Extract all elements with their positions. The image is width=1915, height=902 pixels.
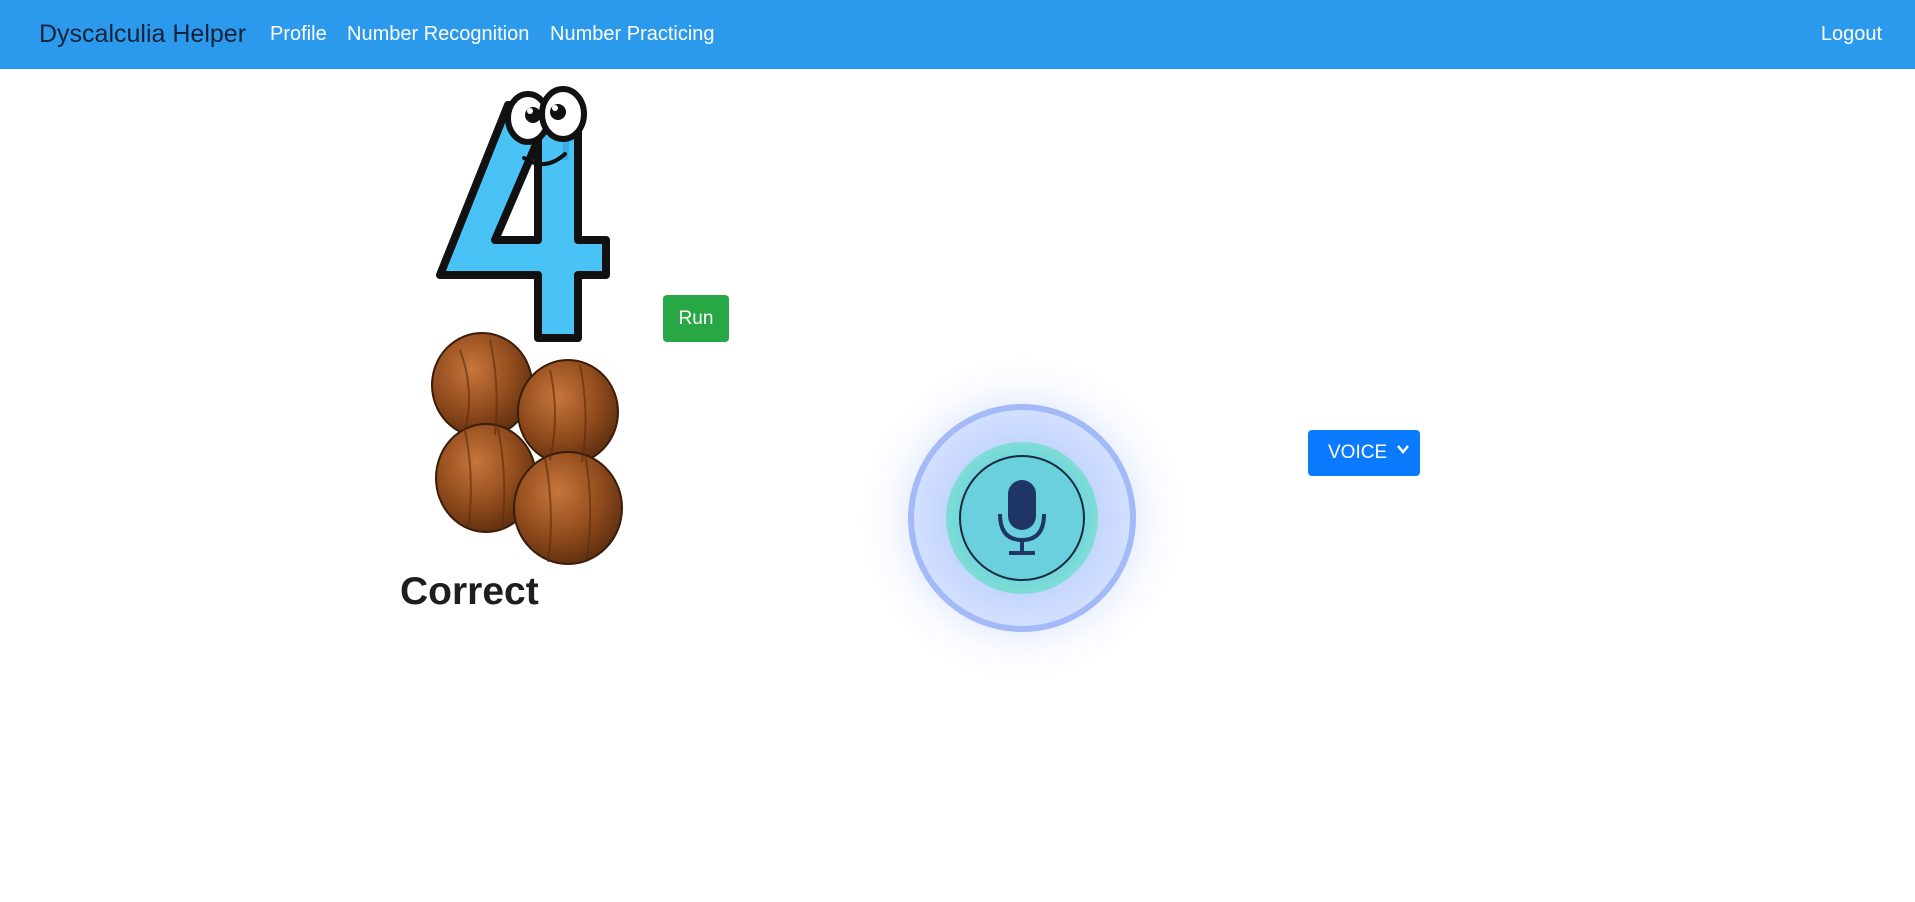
nav-link-number-practicing[interactable]: Number Practicing: [550, 23, 715, 46]
nav-link-number-recognition[interactable]: Number Recognition: [347, 23, 529, 46]
microphone-button[interactable]: [959, 455, 1085, 581]
nav-link-profile[interactable]: Profile: [270, 23, 327, 46]
run-button[interactable]: Run: [663, 295, 729, 342]
top-navbar: Dyscalculia Helper Profile Number Recogn…: [0, 0, 1915, 69]
mode-select-value: VOICE: [1328, 442, 1388, 463]
result-text: Correct: [400, 570, 539, 613]
coconuts-image: [431, 332, 623, 565]
microphone-icon: [998, 480, 1046, 555]
logout-link[interactable]: Logout: [1821, 23, 1882, 46]
number-four-image: [436, 86, 610, 342]
mode-select[interactable]: VOICE: [1308, 430, 1420, 476]
brand-title[interactable]: Dyscalculia Helper: [39, 20, 246, 49]
chevron-down-icon: [1397, 445, 1409, 454]
